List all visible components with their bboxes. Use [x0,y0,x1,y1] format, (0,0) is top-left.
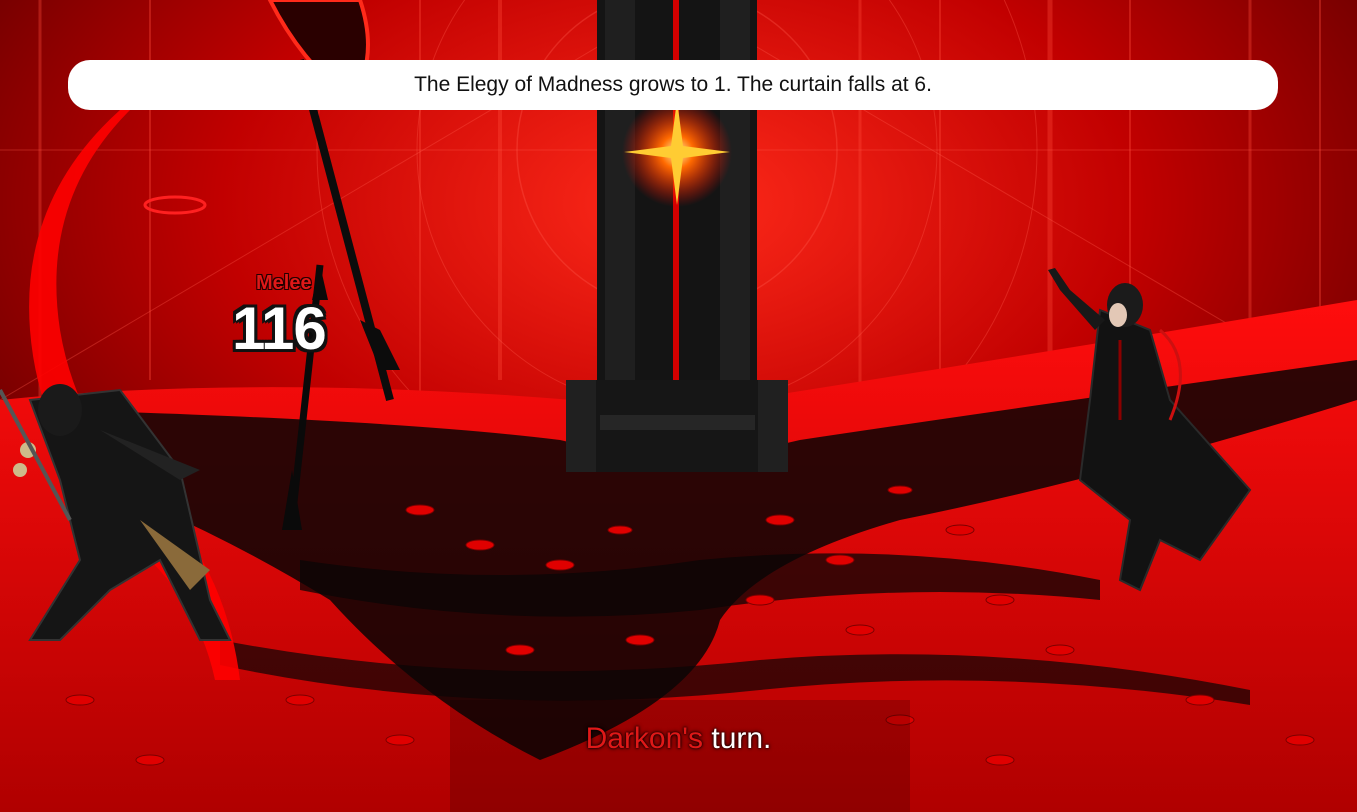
damage-number: 116 [232,295,327,362]
bottom-shadow [450,700,910,812]
turn-actor-name: Darkon's [585,722,704,755]
battle-scene [0,0,1357,812]
combat-message-banner: The Elegy of Madness grows to 1. The cur… [68,60,1278,110]
damage-type-label: Melee [256,272,312,294]
turn-suffix: turn. [703,722,772,755]
turn-indicator: Darkon's turn. [0,722,1357,756]
banner-text: The Elegy of Madness grows to 1. The cur… [414,73,932,96]
